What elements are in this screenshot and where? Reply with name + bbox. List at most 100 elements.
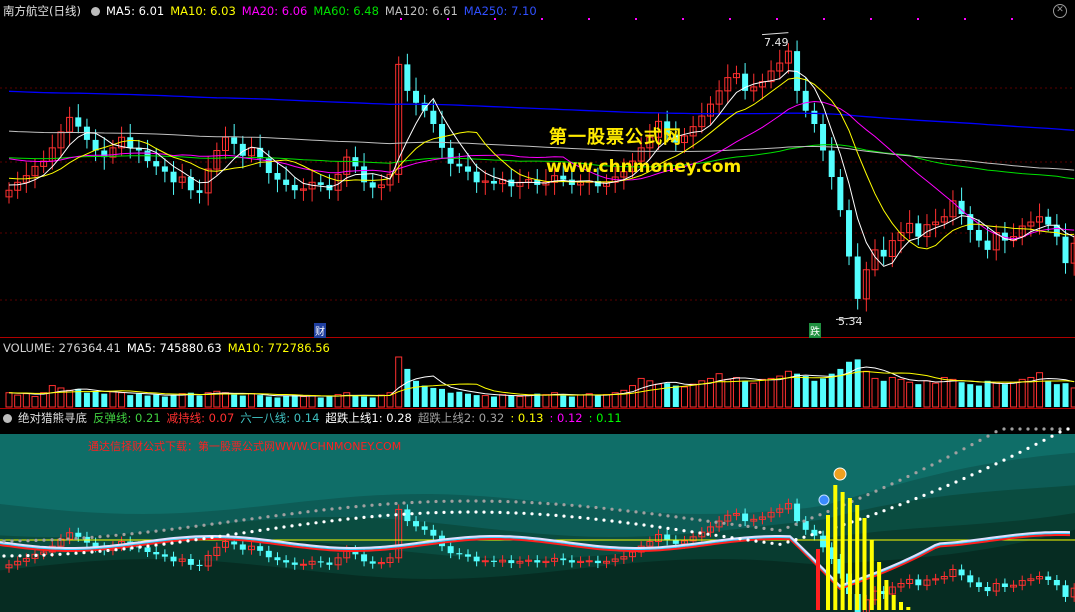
- chaodie-line2-dot: [130, 532, 134, 536]
- chaodie-line2-dot: [322, 508, 326, 512]
- volume-bar: [395, 356, 403, 408]
- chaodie-line1-dot: [258, 528, 262, 532]
- chaodie-line1-dot: [346, 517, 350, 521]
- chaodie-line2-dot: [18, 539, 22, 543]
- signal-dot: [870, 18, 872, 20]
- volume-bar: [923, 380, 931, 408]
- indicator-candle: [1001, 583, 1008, 587]
- chaodie-line2-dot: [450, 499, 454, 503]
- signal-bar: [891, 595, 896, 610]
- signal-dot: [823, 18, 825, 20]
- chaodie-line1-dot: [26, 554, 30, 558]
- volume-bar: [664, 383, 671, 407]
- chaodie-line2-dot: [250, 517, 254, 521]
- chaodie-line1-dot: [218, 534, 222, 538]
- chaodie-line2-dot: [266, 515, 270, 519]
- chaodie-line2-dot: [754, 525, 758, 529]
- chaodie-line1-dot: [106, 548, 110, 553]
- candle-body: [196, 190, 203, 193]
- watermark-url: www.chnmoney.com: [546, 157, 742, 177]
- indicator-candle: [75, 532, 82, 537]
- indicator-label-2: 六一八线: 0.14: [240, 411, 320, 425]
- chaodie-line1-dot: [178, 540, 182, 544]
- indicator-candle: [508, 560, 515, 564]
- close-icon[interactable]: ✕: [1053, 4, 1067, 18]
- chaodie-line2-dot: [1018, 427, 1022, 431]
- volume-bar: [637, 377, 645, 408]
- chaodie-line1-dot: [586, 516, 590, 520]
- volume-bar: [958, 382, 965, 407]
- volume-bar: [456, 391, 463, 407]
- chaodie-line1-dot: [786, 540, 790, 544]
- chaodie-line2-dot: [1002, 427, 1006, 431]
- volume-bar: [888, 376, 896, 408]
- chaodie-line2-dot: [386, 502, 390, 506]
- indicator-candle: [560, 558, 567, 561]
- volume-bar: [352, 395, 359, 407]
- chaodie-line1-dot: [10, 554, 14, 558]
- volume-bar: [14, 394, 22, 408]
- chaodie-line2-dot: [146, 530, 150, 534]
- candle-body: [837, 177, 844, 211]
- chaodie-line2-dot: [346, 505, 350, 509]
- price-pane[interactable]: 南方航空(日线) MA5: 6.01 MA10: 6.03 MA20: 6.06 MA6…: [0, 0, 1075, 338]
- signal-bar: [906, 607, 911, 610]
- volume-bar: [560, 395, 567, 407]
- chaodie-line2-dot: [186, 525, 190, 529]
- chaodie-line2-dot: [394, 501, 398, 506]
- candle-body: [846, 210, 853, 257]
- candlestick-chart[interactable]: [0, 0, 1075, 338]
- high-price-label: 7.49: [764, 36, 789, 49]
- chaodie-line1-dot: [274, 526, 278, 530]
- chaodie-line2-dot: [874, 489, 878, 493]
- signal-bar-red: [816, 549, 820, 610]
- volume-bar: [135, 393, 142, 407]
- volume-bar: [594, 395, 601, 407]
- marker-cai[interactable]: 财: [314, 323, 326, 338]
- chaodie-line2-dot: [170, 527, 174, 531]
- chaodie-line2-dot: [602, 506, 606, 510]
- marker-die[interactable]: 跌: [809, 323, 821, 338]
- signal-bar: [884, 580, 889, 610]
- chaodie-line1-dot: [114, 548, 118, 552]
- volume-bar: [153, 394, 160, 407]
- chaodie-line1-dot: [34, 553, 38, 557]
- settings-dot-icon[interactable]: [90, 7, 100, 16]
- volume-pane[interactable]: VOLUME: 276364.41 MA5: 745880.63 MA10: 772…: [0, 339, 1075, 409]
- chaodie-line1-dot: [266, 527, 270, 531]
- stock-title[interactable]: 南方航空(日线): [3, 4, 81, 18]
- chaodie-line1-dot: [818, 530, 822, 534]
- chaodie-line1-dot: [1002, 458, 1006, 462]
- indicator-candle: [153, 552, 160, 555]
- chaodie-line1-dot: [210, 535, 214, 539]
- volume-bar: [508, 395, 515, 407]
- chaodie-line1-dot: [18, 554, 22, 558]
- chaodie-line1-dot: [66, 552, 70, 556]
- ma-label-4: MA120: 6.61: [384, 4, 458, 18]
- candle-body: [802, 90, 809, 111]
- chaodie-line1-dot: [330, 519, 334, 523]
- candle-body: [127, 137, 134, 148]
- volume-bar: [862, 370, 870, 408]
- chaodie-line1-dot: [1018, 450, 1022, 454]
- volume-bar: [326, 396, 333, 407]
- chaodie-line1-dot: [138, 545, 142, 549]
- volume-bar: [846, 361, 853, 407]
- volume-bar: [542, 394, 550, 408]
- indicator-candle: [473, 556, 480, 562]
- indicator-dot-icon[interactable]: [3, 414, 12, 423]
- volume-bar: [655, 383, 662, 408]
- candle-body: [1062, 236, 1069, 264]
- chaodie-line2-dot: [1050, 427, 1054, 431]
- volume-bar: [222, 392, 229, 408]
- chaodie-line2-dot: [538, 501, 542, 505]
- volume-bar: [794, 373, 801, 407]
- signal-bar: [877, 562, 882, 610]
- chaodie-line1-dot: [506, 511, 510, 515]
- chaodie-line1-dot: [634, 522, 638, 526]
- indicator-pane[interactable]: 绝对猎熊寻底 反弹线: 0.21 减持线: 0.07 六一八线: 0.14 超跌上线1:…: [0, 409, 1075, 612]
- chaodie-line1-dot: [898, 503, 902, 507]
- chaodie-line2-dot: [378, 503, 382, 507]
- candle-body: [404, 64, 411, 91]
- chaodie-line1-dot: [890, 506, 894, 510]
